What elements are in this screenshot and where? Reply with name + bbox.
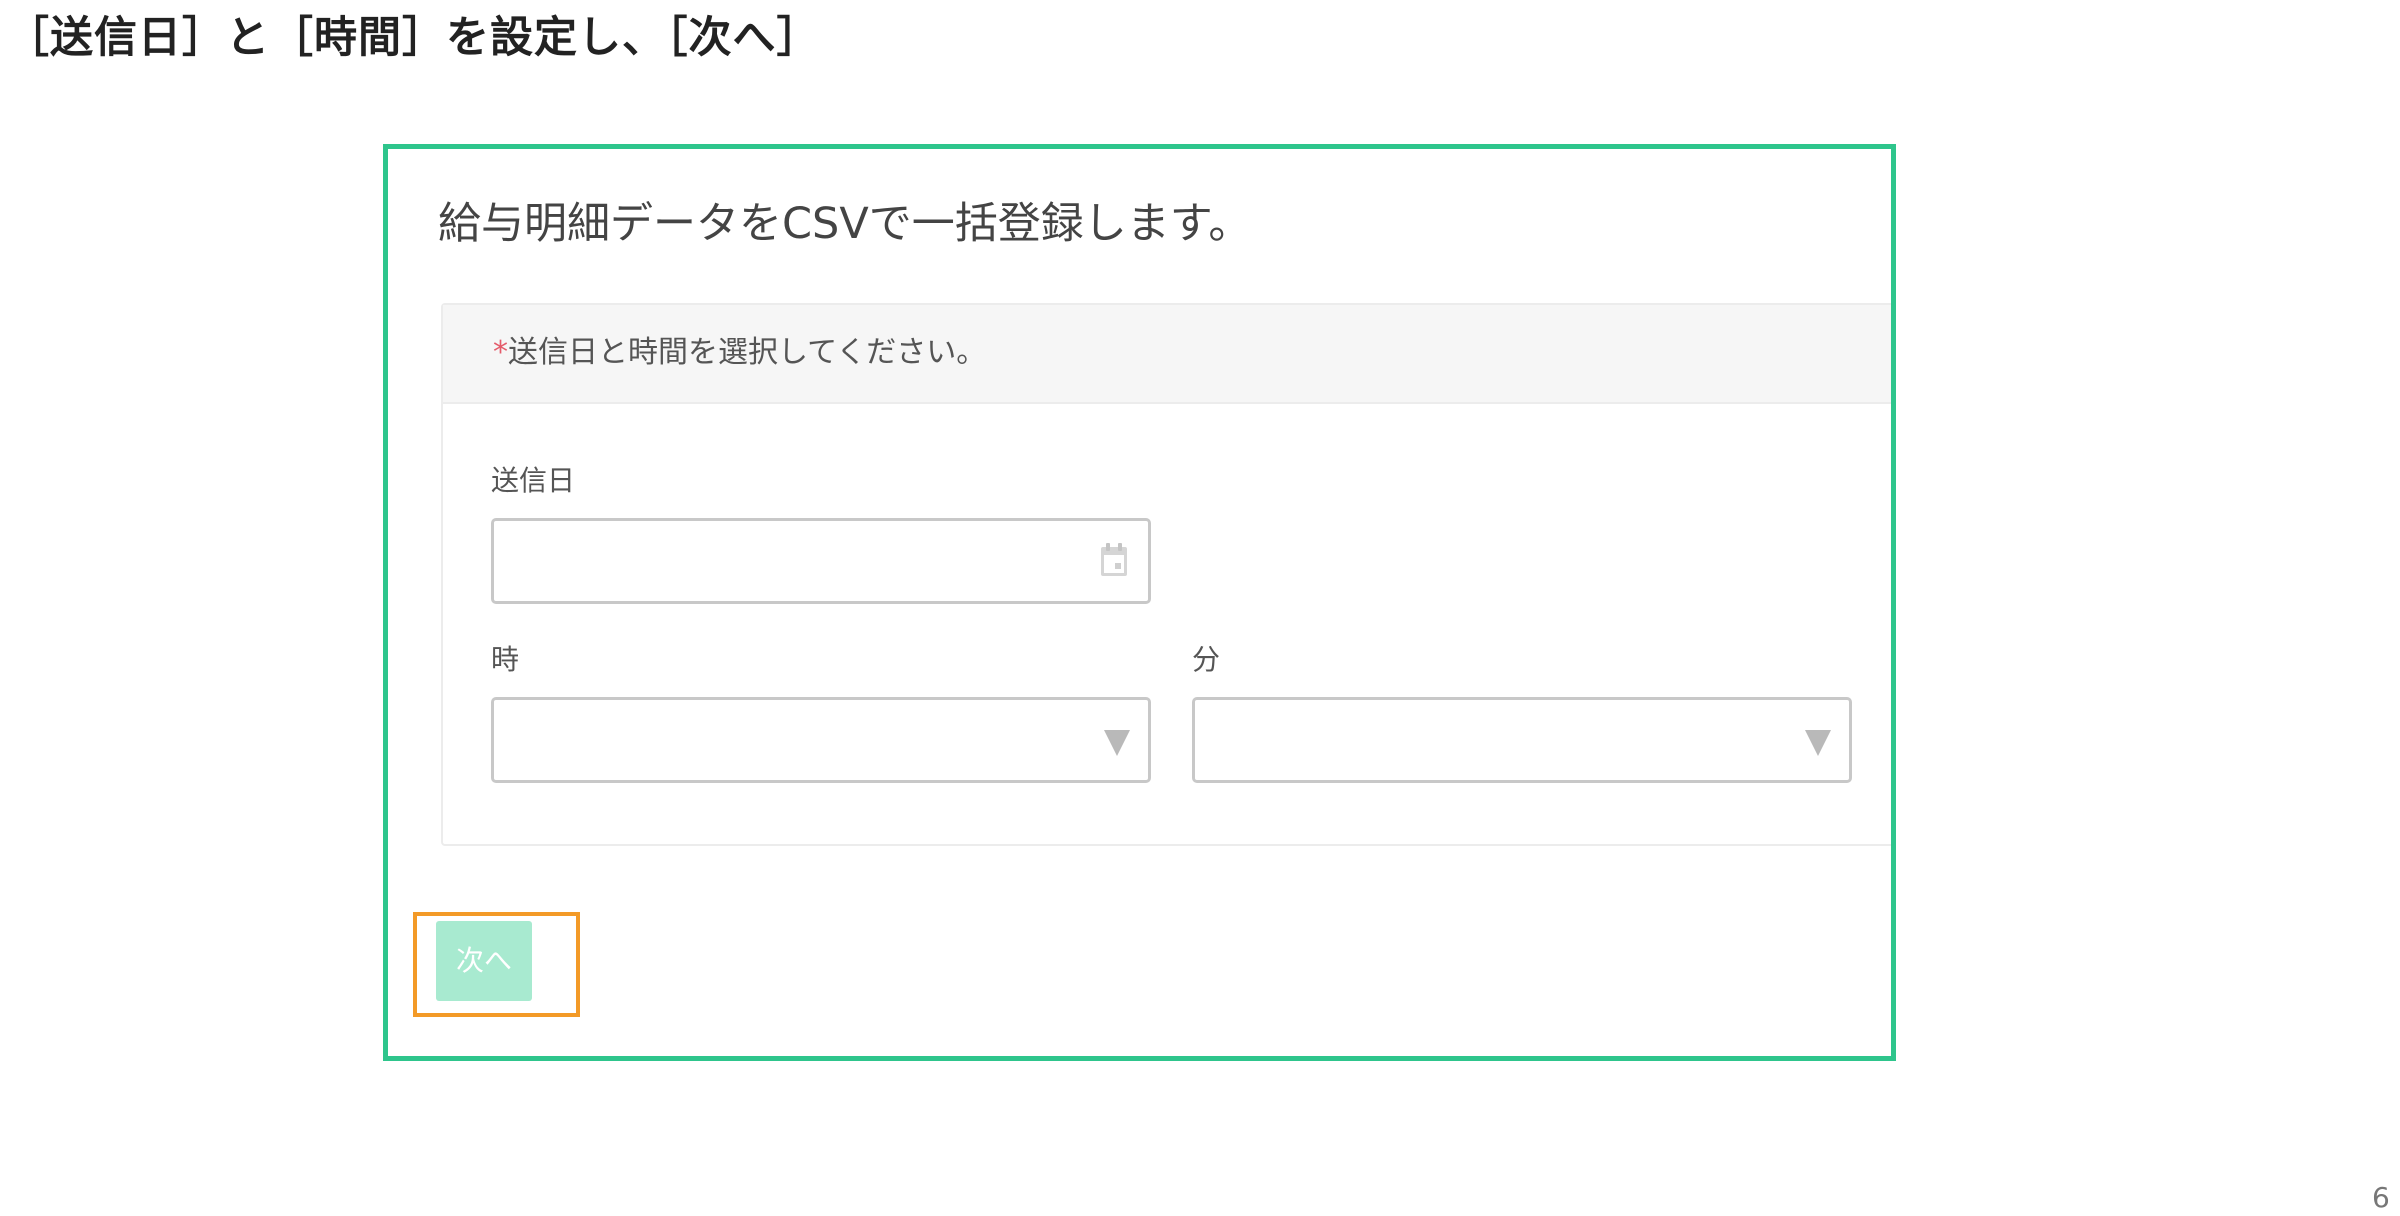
dropdown-arrow-icon — [1805, 730, 1831, 756]
send-settings-panel: *送信日と時間を選択してください。 送信日 時 分 — [441, 303, 1891, 846]
send-date-field[interactable] — [491, 518, 1151, 604]
panel-instruction-text: 送信日と時間を選択してください。 — [508, 335, 987, 370]
screenshot-frame: 給与明細データをCSVで一括登録します。 *送信日と時間を選択してください。 送… — [383, 144, 1896, 1061]
calendar-icon[interactable] — [1100, 543, 1128, 577]
minute-select[interactable] — [1192, 697, 1852, 783]
minute-label: 分 — [1192, 643, 1221, 676]
hour-select[interactable] — [491, 697, 1151, 783]
form-title: 給与明細データをCSVで一括登録します。 — [438, 199, 1252, 249]
slide-title: ［送信日］と［時間］を設定し、［次へ］ — [6, 13, 821, 63]
send-date-input[interactable] — [494, 521, 1148, 601]
required-mark: * — [493, 335, 508, 370]
send-date-label: 送信日 — [491, 464, 576, 497]
next-button[interactable]: 次へ — [436, 921, 532, 1001]
hour-label: 時 — [491, 643, 520, 676]
dropdown-arrow-icon — [1104, 730, 1130, 756]
panel-header: *送信日と時間を選択してください。 — [443, 305, 1891, 404]
page-number: 6 — [2372, 1181, 2390, 1214]
panel-instruction: *送信日と時間を選択してください。 — [493, 333, 986, 373]
